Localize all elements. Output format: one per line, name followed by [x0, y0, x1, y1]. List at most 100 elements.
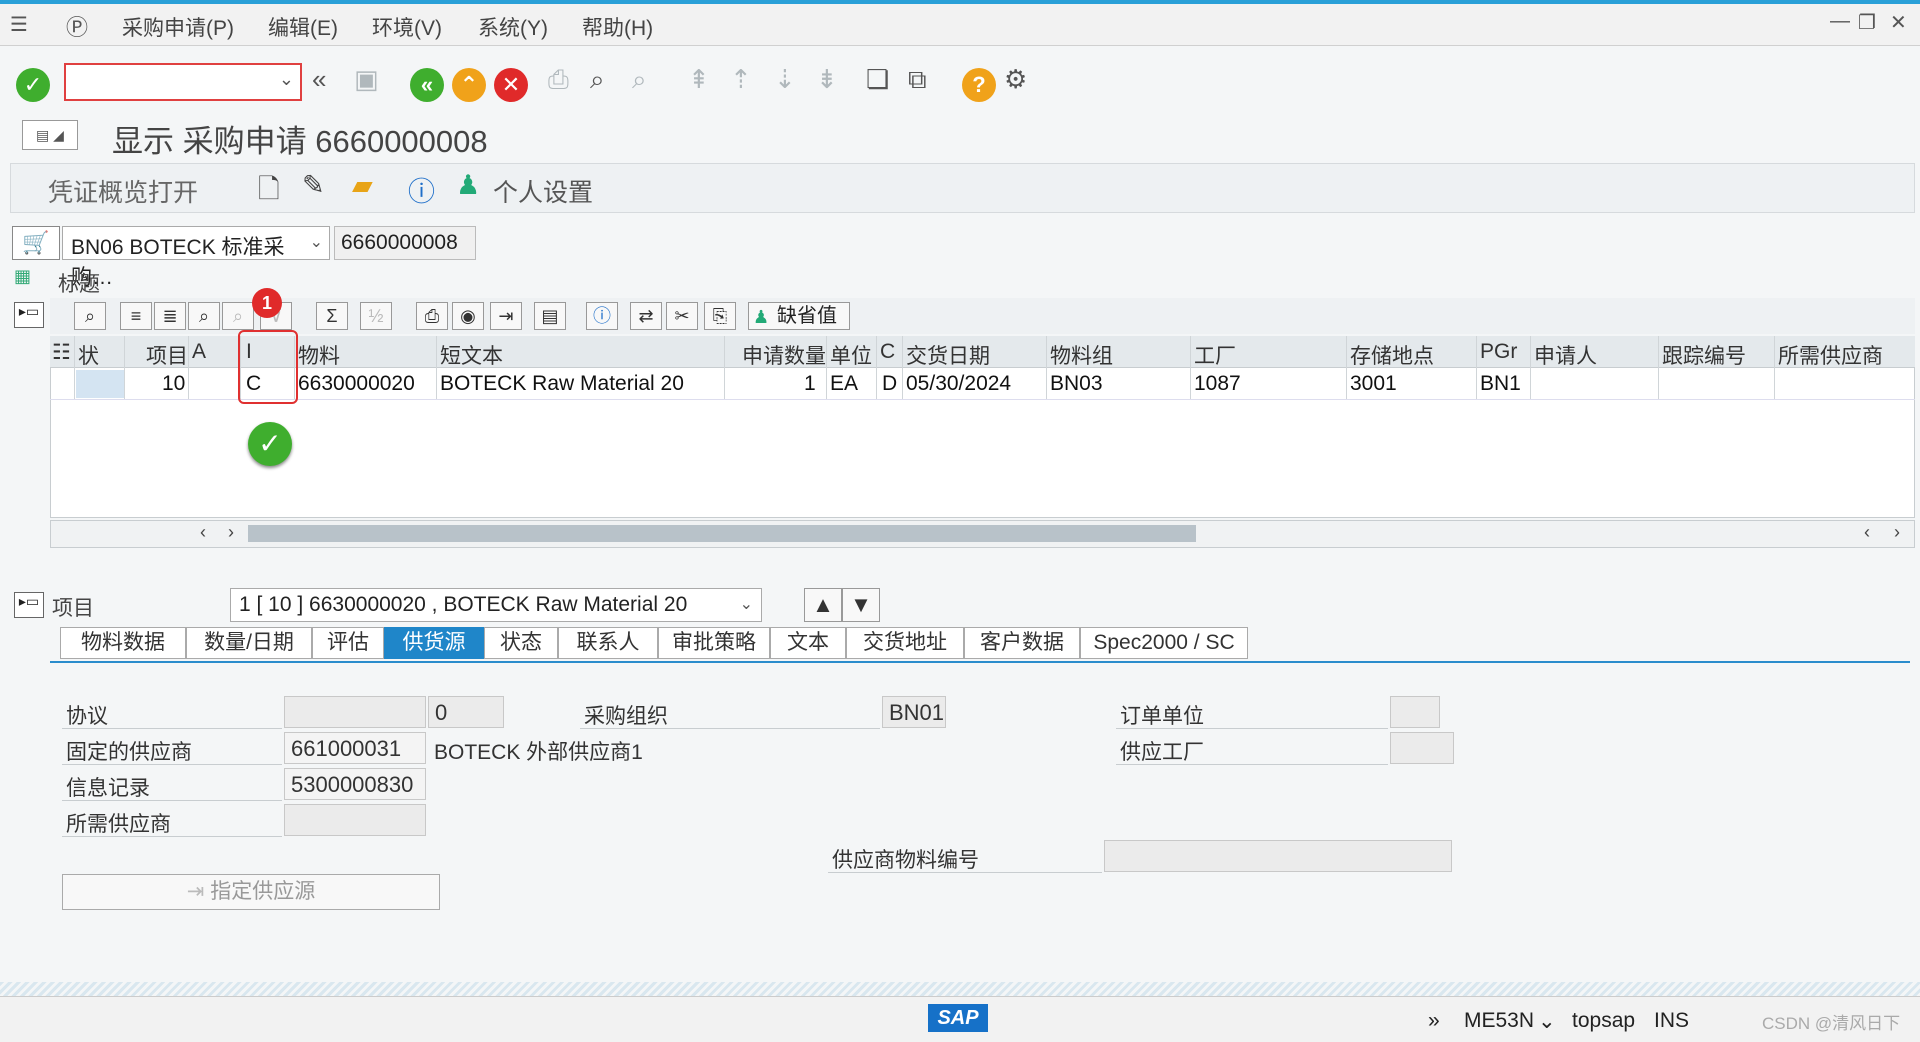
find-icon[interactable]: ⌕	[590, 64, 605, 96]
create-document-icon[interactable]: 🗋	[258, 170, 280, 216]
export-icon[interactable]: ⇥	[490, 302, 522, 330]
menu-system[interactable]: 系统(Y)	[478, 12, 548, 42]
tab-contact[interactable]: 联系人	[558, 627, 658, 659]
sort-ascending-icon[interactable]: ≡	[120, 302, 152, 330]
col-material-group[interactable]: 物料组	[1050, 340, 1113, 370]
hold-icon[interactable]: ▰	[352, 170, 373, 201]
cell-storage-location[interactable]: 3001	[1350, 372, 1397, 396]
cancel-icon[interactable]: ✕	[494, 68, 528, 102]
default-values-button[interactable]: ♟ 缺省值	[748, 302, 850, 330]
cell-item[interactable]: 10	[162, 372, 185, 396]
expand-header-icon[interactable]: ▦	[14, 266, 44, 292]
back-icon[interactable]: «	[410, 68, 444, 102]
menu-edit[interactable]: 编辑(E)	[268, 12, 338, 42]
attachment-icon[interactable]: ⎘	[704, 302, 736, 330]
back-double-icon[interactable]: «	[312, 64, 326, 95]
col-c[interactable]: C	[880, 340, 895, 364]
copy-icon[interactable]: ⇄	[630, 302, 662, 330]
chevron-down-icon[interactable]: ⌄	[279, 69, 294, 90]
tab-customer-data[interactable]: 客户数据	[964, 627, 1080, 659]
col-a[interactable]: A	[192, 340, 206, 364]
scrollbar-thumb[interactable]	[248, 525, 1196, 542]
supplying-plant-field[interactable]	[1390, 732, 1454, 764]
collapse-items-icon[interactable]: ▸▭	[14, 302, 44, 328]
chevron-down-icon[interactable]: ⌄	[1538, 1009, 1556, 1034]
menu-purchase-req[interactable]: 采购申请(P)	[122, 12, 234, 42]
command-field[interactable]: ⌄	[64, 63, 302, 101]
menu-icon[interactable]: ☰	[10, 12, 28, 37]
maximize-icon[interactable]: ❐	[1858, 10, 1876, 35]
col-desired-vendor[interactable]: 所需供应商	[1778, 340, 1883, 370]
order-unit-field[interactable]	[1390, 696, 1440, 728]
expand-status-icon[interactable]: »	[1428, 1009, 1440, 1033]
print-grid-icon[interactable]: ⎙	[416, 302, 448, 330]
help-icon[interactable]: ?	[962, 68, 996, 102]
info-grid-icon[interactable]: ⓘ	[586, 302, 618, 330]
new-session-icon[interactable]: ❏	[866, 64, 889, 95]
menu-environment[interactable]: 环境(V)	[372, 12, 442, 42]
tab-status[interactable]: 状态	[484, 627, 558, 659]
layout-icon[interactable]: ▤	[534, 302, 566, 330]
display-change-icon[interactable]: ✎	[302, 170, 325, 201]
col-storage-location[interactable]: 存储地点	[1350, 340, 1434, 370]
chevron-down-icon[interactable]: ⌄	[310, 232, 323, 252]
cell-quantity[interactable]: 1	[804, 372, 816, 396]
collapse-item-detail-icon[interactable]: ▸▭	[14, 592, 44, 618]
views-icon[interactable]: ◉	[452, 302, 484, 330]
menu-help[interactable]: 帮助(H)	[582, 12, 653, 42]
sap-p-icon[interactable]: Ⓟ	[66, 10, 88, 42]
cell-material-group[interactable]: BN03	[1050, 372, 1103, 396]
col-quantity[interactable]: 申请数量	[742, 340, 826, 370]
col-short-text[interactable]: 短文本	[440, 340, 503, 370]
col-status[interactable]: 状	[78, 340, 99, 370]
col-purchasing-group[interactable]: PGr	[1480, 340, 1517, 364]
cell-unit[interactable]: EA	[830, 372, 858, 396]
tab-quantity-date[interactable]: 数量/日期	[186, 627, 312, 659]
tab-valuation[interactable]: 评估	[312, 627, 384, 659]
col-item[interactable]: 项目	[146, 340, 188, 370]
info-icon[interactable]: ⓘ	[408, 170, 435, 209]
subtotal-icon[interactable]: ½	[360, 302, 392, 330]
tab-delivery-address[interactable]: 交货地址	[846, 627, 964, 659]
close-window-icon[interactable]: ✕	[1890, 10, 1907, 35]
col-delivery-date[interactable]: 交货日期	[906, 340, 990, 370]
fixed-vendor-field[interactable]: 661000031	[284, 732, 426, 764]
cell-delivery-date[interactable]: 05/30/2024	[906, 372, 1011, 396]
previous-item-button[interactable]: ▲	[804, 588, 842, 622]
exit-icon[interactable]: ⌃	[452, 68, 486, 102]
item-select[interactable]: 1 [ 10 ] 6630000020 , BOTECK Raw Materia…	[230, 588, 762, 622]
row-status-cell[interactable]	[76, 370, 124, 398]
print-icon[interactable]: ⎙	[548, 64, 569, 96]
user-settings-icon[interactable]: ♟	[456, 170, 480, 201]
col-plant[interactable]: 工厂	[1194, 340, 1236, 370]
col-unit[interactable]: 单位	[830, 340, 872, 370]
document-icon[interactable]: ✂	[666, 302, 698, 330]
find-next-grid-icon[interactable]: ⌕	[222, 302, 254, 330]
tab-material-data[interactable]: 物料数据	[60, 627, 186, 659]
scroll-left-end-icon[interactable]: ‹	[1864, 522, 1870, 543]
shortcut-icon[interactable]: ⧉	[908, 64, 927, 96]
document-type-select[interactable]: BN06 BOTECK 标准采购… ⌄	[62, 226, 330, 289]
desired-vendor-field[interactable]	[284, 804, 426, 836]
next-item-button[interactable]: ▼	[842, 588, 880, 622]
last-page-icon[interactable]: ⇟	[816, 64, 838, 95]
transaction-menu-icon[interactable]: ▤ ◢	[22, 120, 78, 150]
purchasing-org-field[interactable]: BN01	[882, 696, 946, 728]
vendor-material-field[interactable]	[1104, 840, 1452, 872]
document-overview-button[interactable]: 凭证概览打开	[48, 173, 198, 209]
scroll-right-end-icon[interactable]: ›	[1894, 522, 1900, 543]
minimize-icon[interactable]: —	[1830, 10, 1850, 33]
transaction-code[interactable]: ME53N	[1464, 1009, 1534, 1033]
tab-texts[interactable]: 文本	[770, 627, 846, 659]
scroll-left-icon[interactable]: ‹	[200, 522, 206, 543]
tab-release-strategy[interactable]: 审批策略	[658, 627, 770, 659]
agreement-field[interactable]	[284, 696, 426, 728]
details-icon[interactable]: ⌕	[74, 302, 106, 330]
chevron-down-icon[interactable]: ⌄	[740, 594, 753, 614]
cell-c[interactable]: D	[882, 372, 897, 396]
save-icon[interactable]: ▣	[354, 64, 379, 95]
assign-source-button[interactable]: ⇥ 指定供应源	[62, 874, 440, 910]
tab-spec2000[interactable]: Spec2000 / SC	[1080, 627, 1248, 659]
column-select-icon[interactable]: ☷	[52, 340, 71, 365]
next-page-icon[interactable]: ⇣	[774, 64, 796, 95]
